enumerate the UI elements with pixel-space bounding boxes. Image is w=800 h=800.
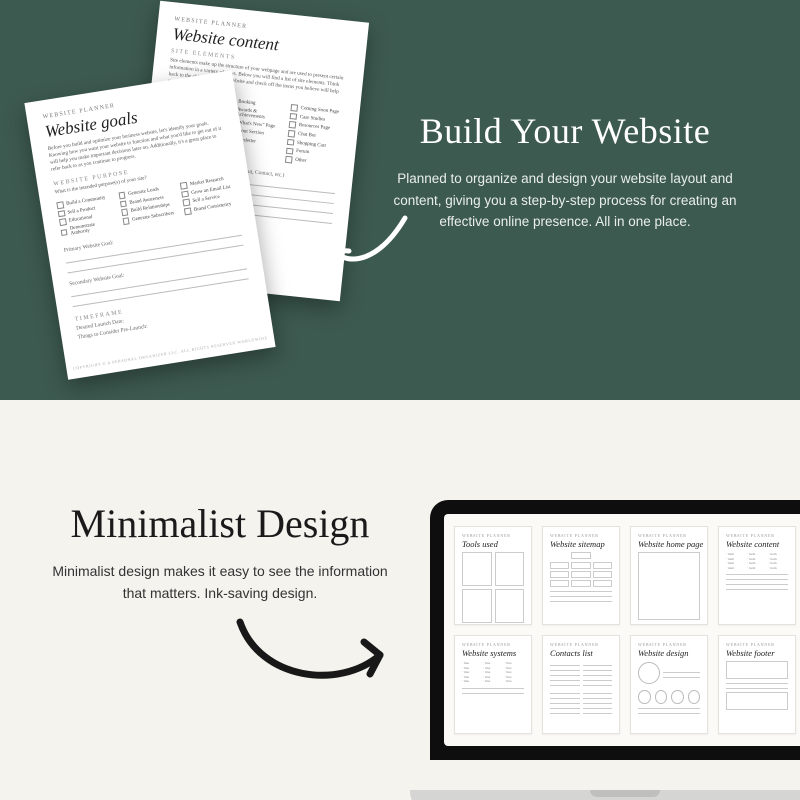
thumb-eyebrow: WEBSITE PLANNER: [638, 642, 700, 647]
laptop-mockup: WEBSITE PLANNER Tools used WEBSITE PLANN…: [410, 500, 800, 800]
thumb-title: Website sitemap: [550, 539, 612, 549]
body-minimalist-design: Minimalist design makes it easy to see t…: [40, 561, 400, 604]
thumb-eyebrow: WEBSITE PLANNER: [462, 642, 524, 647]
thumb-website-systems: WEBSITE PLANNER Website systems ∙ line∙ …: [454, 635, 532, 734]
thumb-eyebrow: WEBSITE PLANNER: [638, 533, 700, 538]
laptop-screen: WEBSITE PLANNER Tools used WEBSITE PLANN…: [444, 514, 800, 746]
body-build-your-website: Planned to organize and design your webs…: [380, 168, 750, 233]
arrow-icon: [320, 210, 410, 280]
checkbox-col: Build a Community Sell a Product Educati…: [56, 194, 114, 240]
heading-minimalist-design: Minimalist Design: [40, 500, 400, 547]
checkbox-col: Coming Soon Page Case Studies Resources …: [285, 104, 344, 170]
thumb-title: Contacts list: [550, 648, 612, 658]
panel-top: WEBSITE PLANNER Website content SITE ELE…: [0, 0, 800, 400]
top-copy: Build Your Website Planned to organize a…: [380, 110, 750, 233]
laptop-base: [410, 790, 800, 800]
thumb-tools-used: WEBSITE PLANNER Tools used: [454, 526, 532, 625]
checkbox-col: Generate Leads Brand Awareness Build Rel…: [118, 184, 176, 230]
thumb-title: Website footer: [726, 648, 788, 658]
panel-bottom: Minimalist Design Minimalist design make…: [0, 400, 800, 800]
thumb-eyebrow: WEBSITE PLANNER: [726, 642, 788, 647]
heading-build-your-website: Build Your Website: [380, 110, 750, 152]
thumb-eyebrow: WEBSITE PLANNER: [550, 642, 612, 647]
worksheet-mockup: WEBSITE PLANNER Website content SITE ELE…: [25, 5, 355, 395]
thumb-contacts-list: WEBSITE PLANNER Contacts list: [542, 635, 620, 734]
thumb-eyebrow: WEBSITE PLANNER: [726, 533, 788, 538]
thumb-eyebrow: WEBSITE PLANNER: [550, 533, 612, 538]
thumb-website-footer: WEBSITE PLANNER Website footer: [718, 635, 796, 734]
sheet-footer: COPYRIGHT © A PERSONAL ORGANIZER LLC. AL…: [66, 334, 274, 372]
thumb-website-design: WEBSITE PLANNER Website design: [630, 635, 708, 734]
thumb-eyebrow: WEBSITE PLANNER: [462, 533, 524, 538]
sheet-website-goals: WEBSITE PLANNER Website goals Before you…: [24, 70, 275, 379]
thumb-title: Tools used: [462, 539, 524, 549]
arrow-icon: [230, 610, 400, 700]
bottom-copy: Minimalist Design Minimalist design make…: [40, 500, 400, 604]
thumb-website-sitemap: WEBSITE PLANNER Website sitemap: [542, 526, 620, 625]
thumb-website-content: WEBSITE PLANNER Website content ∙ item∙ …: [718, 526, 796, 625]
checkbox-col: Market Research Grow an Email List Sell …: [180, 175, 238, 221]
laptop-screen-frame: WEBSITE PLANNER Tools used WEBSITE PLANN…: [430, 500, 800, 760]
thumb-title: Website design: [638, 648, 700, 658]
thumb-website-home-page: WEBSITE PLANNER Website home page: [630, 526, 708, 625]
promo-graphic: WEBSITE PLANNER Website content SITE ELE…: [0, 0, 800, 800]
thumb-title: Website content: [726, 539, 788, 549]
thumb-title: Website home page: [638, 539, 700, 549]
thumb-title: Website systems: [462, 648, 524, 658]
